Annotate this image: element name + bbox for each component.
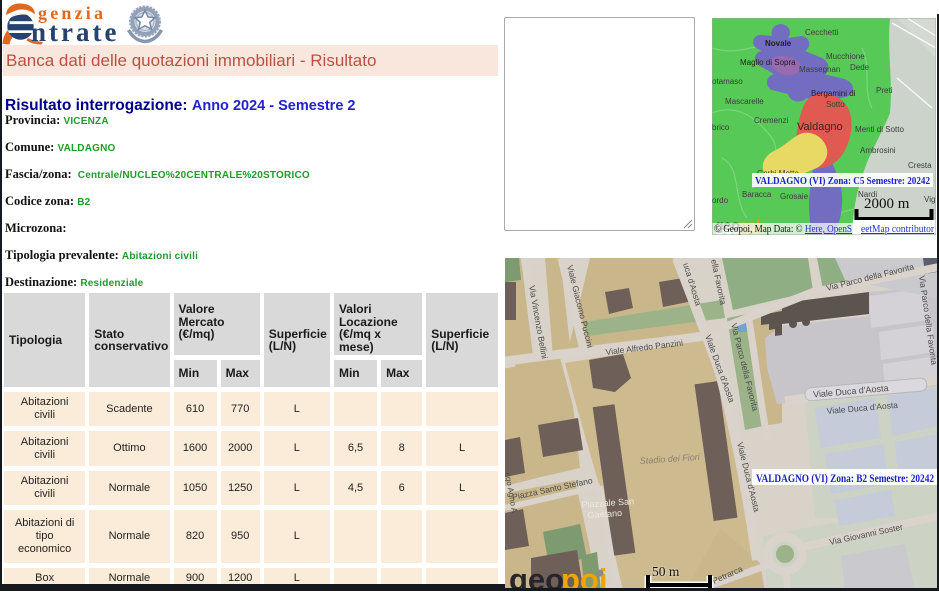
svg-text:Ambrosini: Ambrosini [860,146,896,155]
svg-text:otamaso: otamaso [712,77,743,86]
svg-text:Baracca: Baracca [742,190,772,199]
svg-text:Novale: Novale [765,39,792,48]
svg-text:© Geopoi, Map Data: © Here, Op: © Geopoi, Map Data: © Here, OpenS [714,224,852,235]
svg-text:Vigo: Vigo [924,195,936,204]
svg-text:Mascarelle: Mascarelle [725,97,764,106]
svg-text:poi: poi [561,562,608,591]
svg-text:geo: geo [509,562,564,591]
svg-text:Mucchione: Mucchione [826,52,865,61]
svg-text:Menti di Sotto: Menti di Sotto [855,125,904,134]
svg-text:50 m: 50 m [652,564,680,579]
svg-text:Bergamini di: Bergamini di [811,89,856,98]
svg-text:VALDAGNO (VI) Zona: B2 Semestr: VALDAGNO (VI) Zona: B2 Semestre: 20242 [756,473,934,485]
svg-text:2000 m: 2000 m [864,196,910,212]
svg-text:eetMap contributor: eetMap contributor [861,224,934,235]
svg-text:Grosaie: Grosaie [780,192,809,201]
svg-text:Dede: Dede [850,63,870,72]
svg-text:Sotto: Sotto [826,100,845,109]
svg-text:Massegnan: Massegnan [799,65,840,74]
svg-text:Cresta: Cresta [908,161,932,170]
svg-text:brico: brico [712,123,730,132]
svg-text:Maglio di Sopra: Maglio di Sopra [740,58,796,67]
svg-text:Cecchetti: Cecchetti [805,28,839,37]
svg-text:ordo: ordo [712,196,729,205]
svg-text:Preti: Preti [876,86,893,95]
svg-text:Valdagno: Valdagno [797,121,843,133]
svg-text:VALDAGNO (VI) Zona: C5 Semestr: VALDAGNO (VI) Zona: C5 Semestre: 20242 [755,176,930,187]
svg-text:Cremenzi: Cremenzi [754,116,788,125]
